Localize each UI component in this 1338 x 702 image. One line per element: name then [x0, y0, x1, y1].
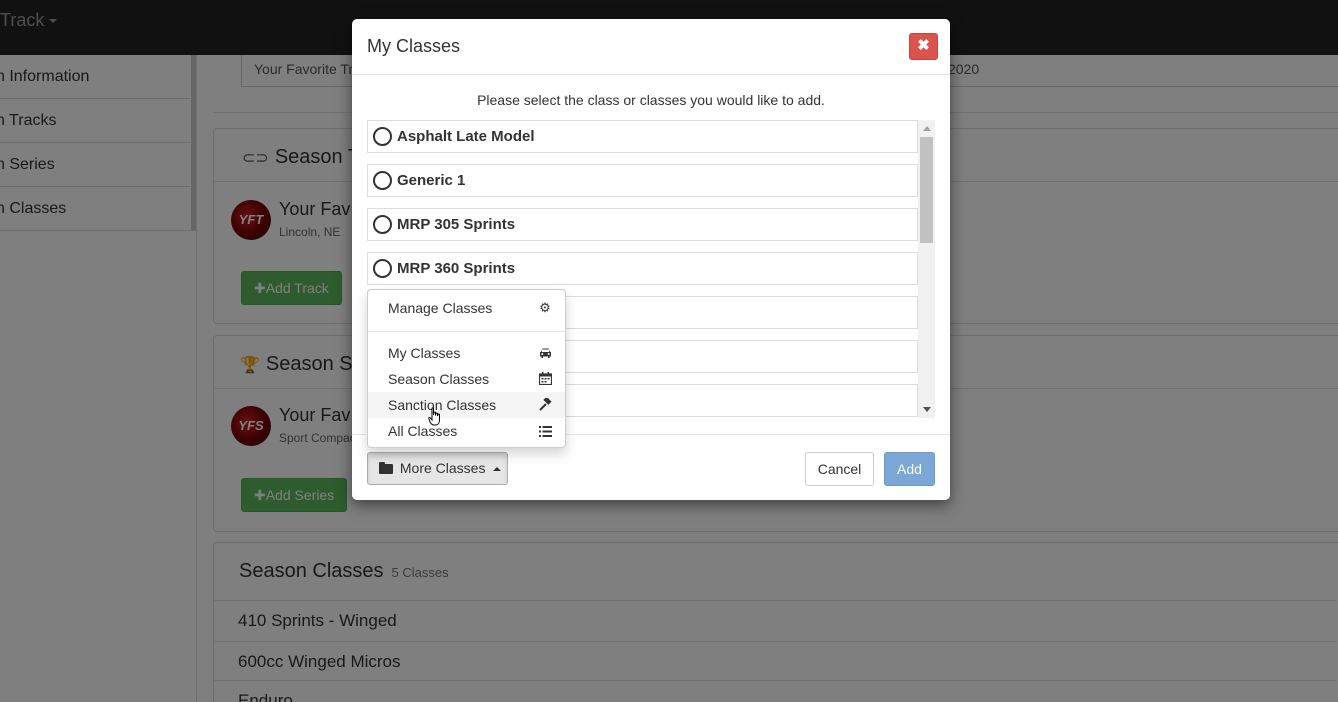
menu-item-manage-classes[interactable]: Manage Classes ⚙ — [368, 295, 565, 321]
modal-header: My Classes ✖ — [352, 19, 950, 75]
menu-item-label: All Classes — [388, 423, 458, 439]
gavel-icon — [538, 392, 552, 418]
menu-item-sanction-classes[interactable]: Sanction Classes — [368, 392, 565, 418]
menu-divider — [368, 331, 565, 332]
caret-up-icon — [493, 467, 502, 472]
class-option-label: MRP 305 Sprints — [397, 216, 516, 233]
menu-item-label: Manage Classes — [388, 300, 493, 316]
list-icon — [538, 418, 552, 444]
modal-title: My Classes — [367, 36, 461, 56]
close-button[interactable]: ✖ — [909, 33, 938, 60]
menu-item-label: My Classes — [388, 345, 461, 361]
class-option-mrp-360-sprints[interactable]: MRP 360 Sprints — [367, 252, 918, 285]
radio-button[interactable] — [373, 127, 392, 146]
class-option-label: Asphalt Late Model — [397, 128, 535, 145]
close-icon: ✖ — [917, 37, 930, 54]
class-option-asphalt-late-model[interactable]: Asphalt Late Model — [367, 120, 918, 153]
class-option-generic-1[interactable]: Generic 1 — [367, 164, 918, 197]
more-classes-button[interactable]: More Classes — [367, 452, 508, 485]
scroll-thumb[interactable] — [920, 137, 933, 243]
class-option-label: Generic 1 — [397, 172, 466, 189]
radio-button[interactable] — [373, 171, 392, 190]
cancel-button[interactable]: Cancel — [805, 452, 874, 486]
class-option-mrp-305-sprints[interactable]: MRP 305 Sprints — [367, 208, 918, 241]
more-classes-label: More Classes — [399, 460, 486, 476]
gear-icon: ⚙ — [539, 300, 551, 315]
scroll-down-arrow-icon[interactable] — [918, 401, 935, 418]
class-option-label: MRP 360 Sprints — [397, 260, 516, 277]
menu-item-season-classes[interactable]: Season Classes — [368, 366, 565, 392]
more-classes-menu: Manage Classes ⚙ My Classes Season Class… — [367, 289, 566, 448]
menu-item-label: Sanction Classes — [388, 397, 497, 413]
radio-button[interactable] — [373, 259, 392, 278]
calendar-icon — [538, 366, 552, 392]
add-button[interactable]: Add — [884, 452, 935, 486]
radio-button[interactable] — [373, 215, 392, 234]
scroll-up-arrow-icon[interactable] — [918, 120, 935, 137]
menu-item-label: Season Classes — [388, 371, 490, 387]
list-scrollbar[interactable] — [918, 120, 935, 418]
menu-item-all-classes[interactable]: All Classes — [368, 418, 565, 444]
car-icon — [538, 340, 552, 366]
folder-icon — [379, 462, 393, 474]
modal-instructions: Please select the class or classes you w… — [477, 92, 825, 108]
menu-item-my-classes[interactable]: My Classes — [368, 340, 565, 366]
hand-cursor-icon — [428, 407, 440, 426]
